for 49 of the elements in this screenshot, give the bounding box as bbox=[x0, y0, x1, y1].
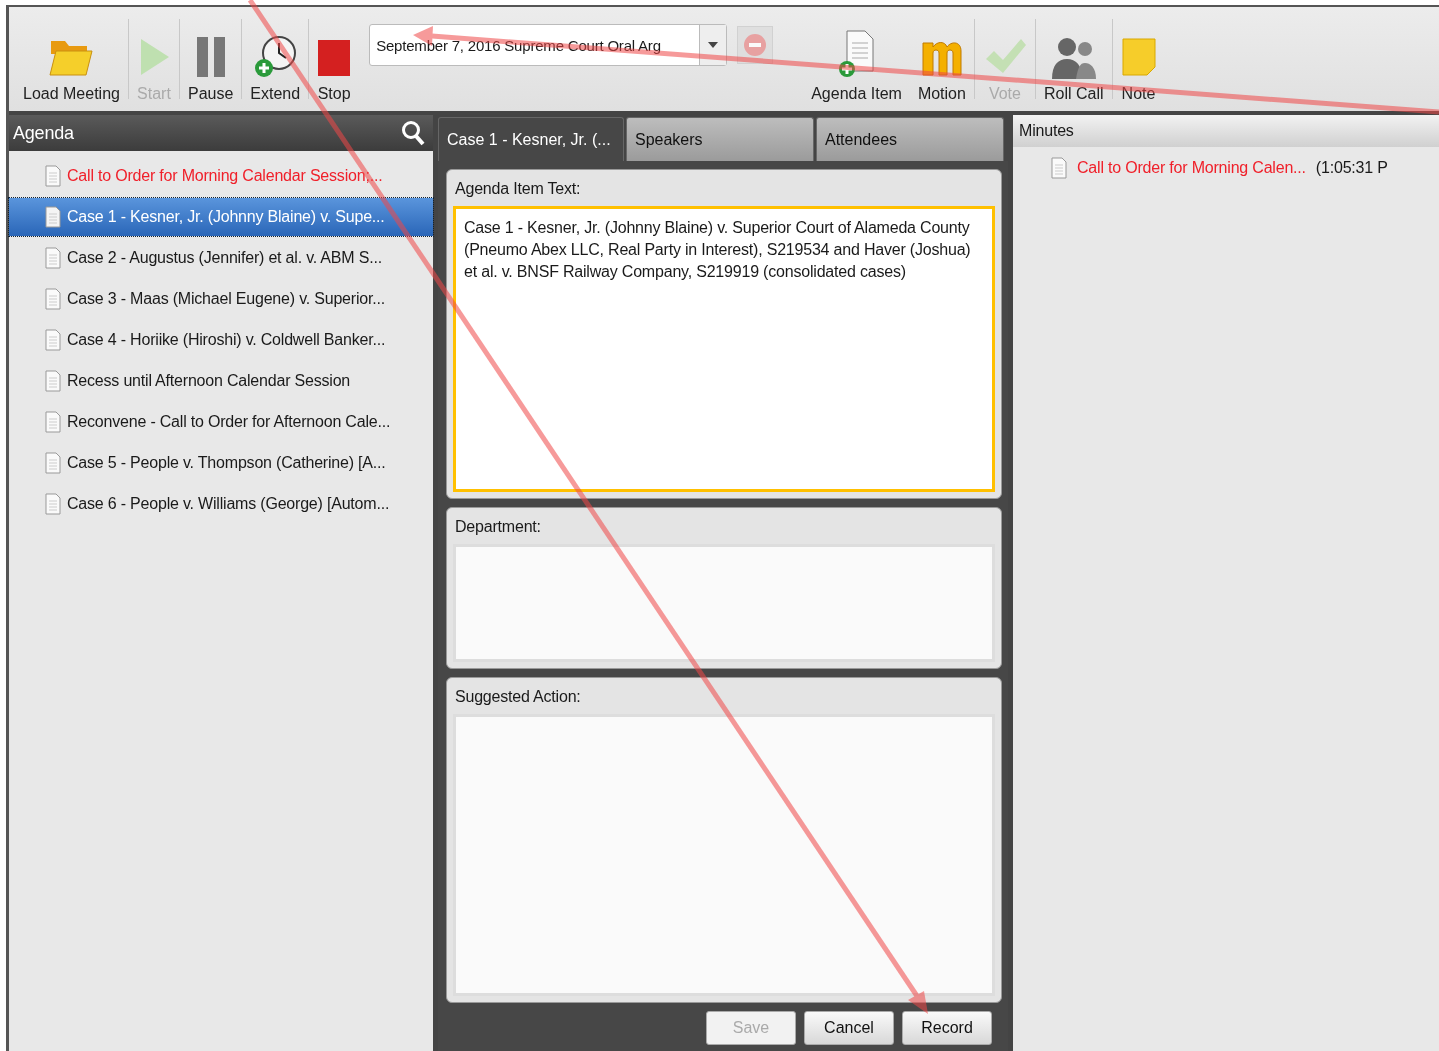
document-icon bbox=[1051, 157, 1067, 179]
minutes-time: (1:05:31 P bbox=[1315, 159, 1388, 177]
document-icon bbox=[45, 452, 61, 474]
tab[interactable]: Case 1 - Kesner, Jr. (... bbox=[438, 117, 624, 161]
document-icon bbox=[45, 370, 61, 392]
document-icon bbox=[45, 411, 61, 433]
search-icon[interactable] bbox=[401, 120, 425, 146]
roll-call-button[interactable]: Roll Call bbox=[1035, 35, 1112, 103]
cancel-button[interactable]: Cancel bbox=[804, 1011, 894, 1045]
pause-icon bbox=[194, 35, 227, 79]
tab[interactable]: Speakers bbox=[626, 117, 814, 161]
minutes-title: Minutes bbox=[1019, 122, 1074, 140]
agenda-item[interactable]: Reconvene - Call to Order for Afternoon Cale... bbox=[9, 403, 433, 441]
record-button[interactable]: Record bbox=[902, 1011, 992, 1045]
field-label: Agenda Item Text: bbox=[454, 179, 582, 198]
agenda-item[interactable]: Recess until Afternoon Calendar Session bbox=[9, 362, 433, 400]
field-label: Department: bbox=[454, 517, 542, 536]
document-icon bbox=[45, 206, 61, 228]
meeting-dropdown[interactable]: September 7, 2016 Supreme Court Oral Arg bbox=[369, 24, 728, 66]
agenda-item[interactable]: Case 6 - People v. Williams (George) [Autom... bbox=[9, 485, 433, 523]
stop-button[interactable]: Stop bbox=[309, 35, 360, 103]
motion-button[interactable]: Motion bbox=[909, 35, 974, 103]
document-icon bbox=[45, 165, 61, 187]
extend-button[interactable]: Extend bbox=[242, 35, 309, 103]
document-icon bbox=[45, 329, 61, 351]
note-button[interactable]: Note bbox=[1112, 35, 1165, 103]
clock-icon bbox=[253, 35, 298, 79]
caret-icon bbox=[708, 42, 719, 48]
document-icon bbox=[45, 288, 61, 310]
agenda-item[interactable]: Case 1 - Kesner, Jr. (Johnny Blaine) v. Supe... bbox=[9, 198, 433, 236]
agenda-title: Agenda bbox=[13, 122, 74, 144]
agenda-item[interactable]: Case 3 - Maas (Michael Eugene) v. Superior... bbox=[9, 280, 433, 318]
tab[interactable]: Attendees bbox=[816, 117, 1004, 161]
text-field[interactable] bbox=[453, 544, 995, 662]
load-meeting-button[interactable]: Load Meeting bbox=[15, 35, 128, 103]
agenda-item-button[interactable]: Agenda Item bbox=[803, 29, 910, 103]
agenda-item[interactable]: Case 2 - Augustus (Jennifer) et al. v. ABM S... bbox=[9, 239, 433, 277]
agenda-item[interactable]: Case 4 - Horiike (Hiroshi) v. Coldwell Banker... bbox=[9, 321, 433, 359]
pause-button[interactable]: Pause bbox=[179, 35, 242, 103]
field-label: Suggested Action: bbox=[454, 687, 582, 706]
add-document-icon bbox=[836, 29, 877, 79]
people-icon bbox=[1049, 35, 1098, 79]
text-field[interactable]: Case 1 - Kesner, Jr. (Johnny Blaine) v. Superior Court of Alameda County (Pneumo Abex LLC, Real Party in Interest), S219534 and Haver (Joshua) et al. v. BNSF Railway Company, S219919 (consolidated cases) bbox=[453, 206, 995, 492]
note-icon bbox=[1120, 35, 1157, 79]
text-field[interactable] bbox=[453, 714, 995, 996]
agenda-item[interactable]: Case 5 - People v. Thompson (Catherine) [A... bbox=[9, 444, 433, 482]
document-icon bbox=[45, 493, 61, 515]
document-icon bbox=[45, 247, 61, 269]
minus-icon bbox=[742, 32, 769, 58]
